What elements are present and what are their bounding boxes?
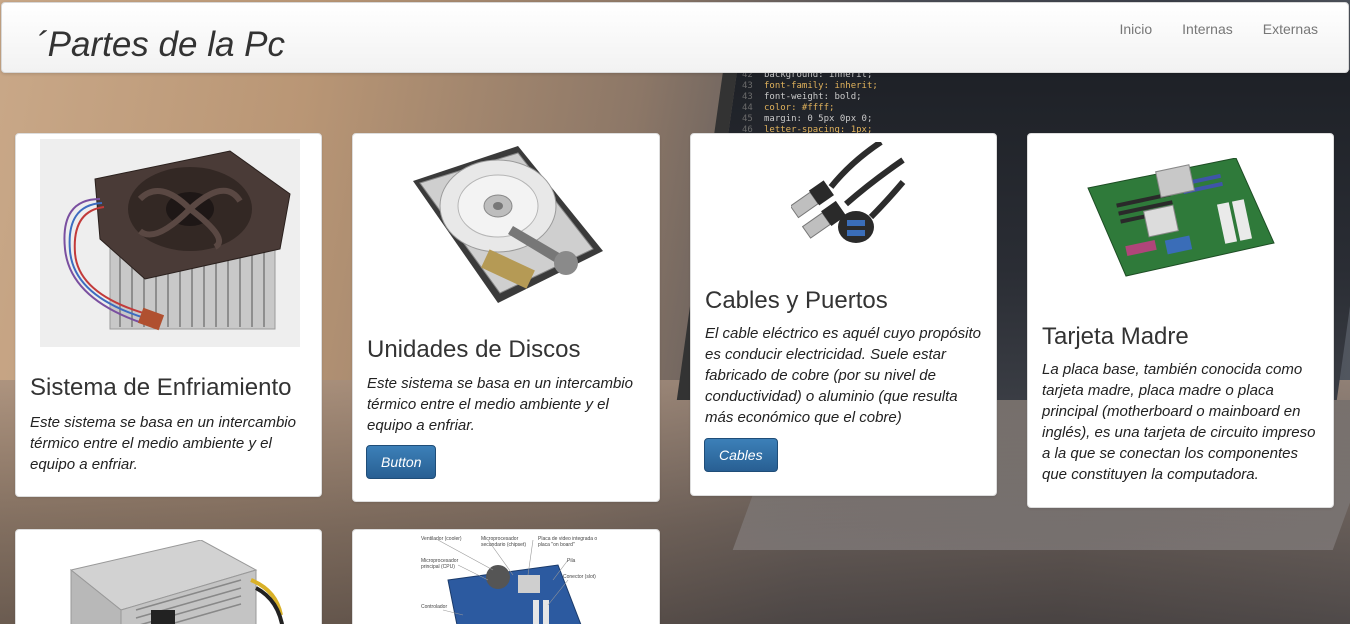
card-title: Tarjeta Madre [1042,323,1189,350]
diagram-label: Microprocesador secundario (chipset) [481,536,527,548]
cpu-cooler-image [40,139,300,347]
diagram-label: Controlador [421,604,448,610]
background-code-line: 44 color: #ffff; [742,103,1042,114]
card-text: Este sistema se basa en un intercambio t… [367,375,633,434]
card-cables: Cables y Puertos El cable eléctrico es a… [690,133,997,496]
card-disks: Unidades de Discos Este sistema se basa … [352,133,660,502]
nav-link-inicio[interactable]: Inicio [1119,21,1152,37]
card-title: Sistema de Enfriamiento [30,374,292,401]
code-line-number: 43 [742,92,753,102]
code-line-text: font-weight: bold; [764,92,862,102]
code-line-number: 44 [742,103,753,113]
code-line-text: margin: 0 5px 0px 0; [764,114,873,124]
card-cooling: Sistema de Enfriamiento Este sistema se … [15,133,322,497]
card-power-supply [15,529,322,624]
code-line-number: 45 [742,114,753,124]
background-code-line: 45 margin: 0 5px 0px 0; [742,114,1042,125]
code-line-number: 43 [742,81,753,91]
background-code-line: 43 font-weight: bold; [742,92,1042,103]
diagram-label: Ventilador (cooler) [421,536,462,542]
background-code-line: 43 font-family: inherit; [742,81,1042,92]
card-motherboard-diagram: Ventilador (cooler) Microprocesador secu… [352,529,660,624]
background-code: 42 background: inherit; 43 font-family: inh… [742,70,1042,146]
card-title: Cables y Puertos [705,287,888,314]
power-supply-image [51,540,291,624]
card-text: Este sistema se basa en un intercambio t… [30,414,296,473]
diagram-label: Microprocesador principal (CPU) [421,558,459,570]
card-title: Unidades de Discos [367,336,581,363]
nav-link-internas[interactable]: Internas [1182,21,1233,37]
code-line-text: color: #ffff; [764,103,835,113]
diagram-label: Pila [567,558,576,564]
nav-links: Inicio Internas Externas [1089,21,1318,37]
diagram-label: Conector (slot) [563,574,596,580]
card-motherboard: Tarjeta Madre La placa base, también con… [1027,133,1334,508]
brand-title[interactable]: ´Partes de la Pc [36,25,285,65]
navbar: ´Partes de la Pc Inicio Internas Externa… [1,2,1349,73]
motherboard-image [1086,158,1276,278]
code-line-text: font-family: inherit; [764,81,878,91]
usb-cables-image [791,142,906,247]
card-button[interactable]: Button [366,445,437,479]
hard-disk-image [408,141,608,306]
nav-link-externas[interactable]: Externas [1263,21,1318,37]
card-text: El cable eléctrico es aquél cuyo propósi… [705,325,981,426]
card-text: La placa base, también conocida como tar… [1042,361,1316,483]
card-button[interactable]: Cables [704,438,778,472]
diagram-label: Placa de video integrada o placa "on boa… [538,536,598,548]
